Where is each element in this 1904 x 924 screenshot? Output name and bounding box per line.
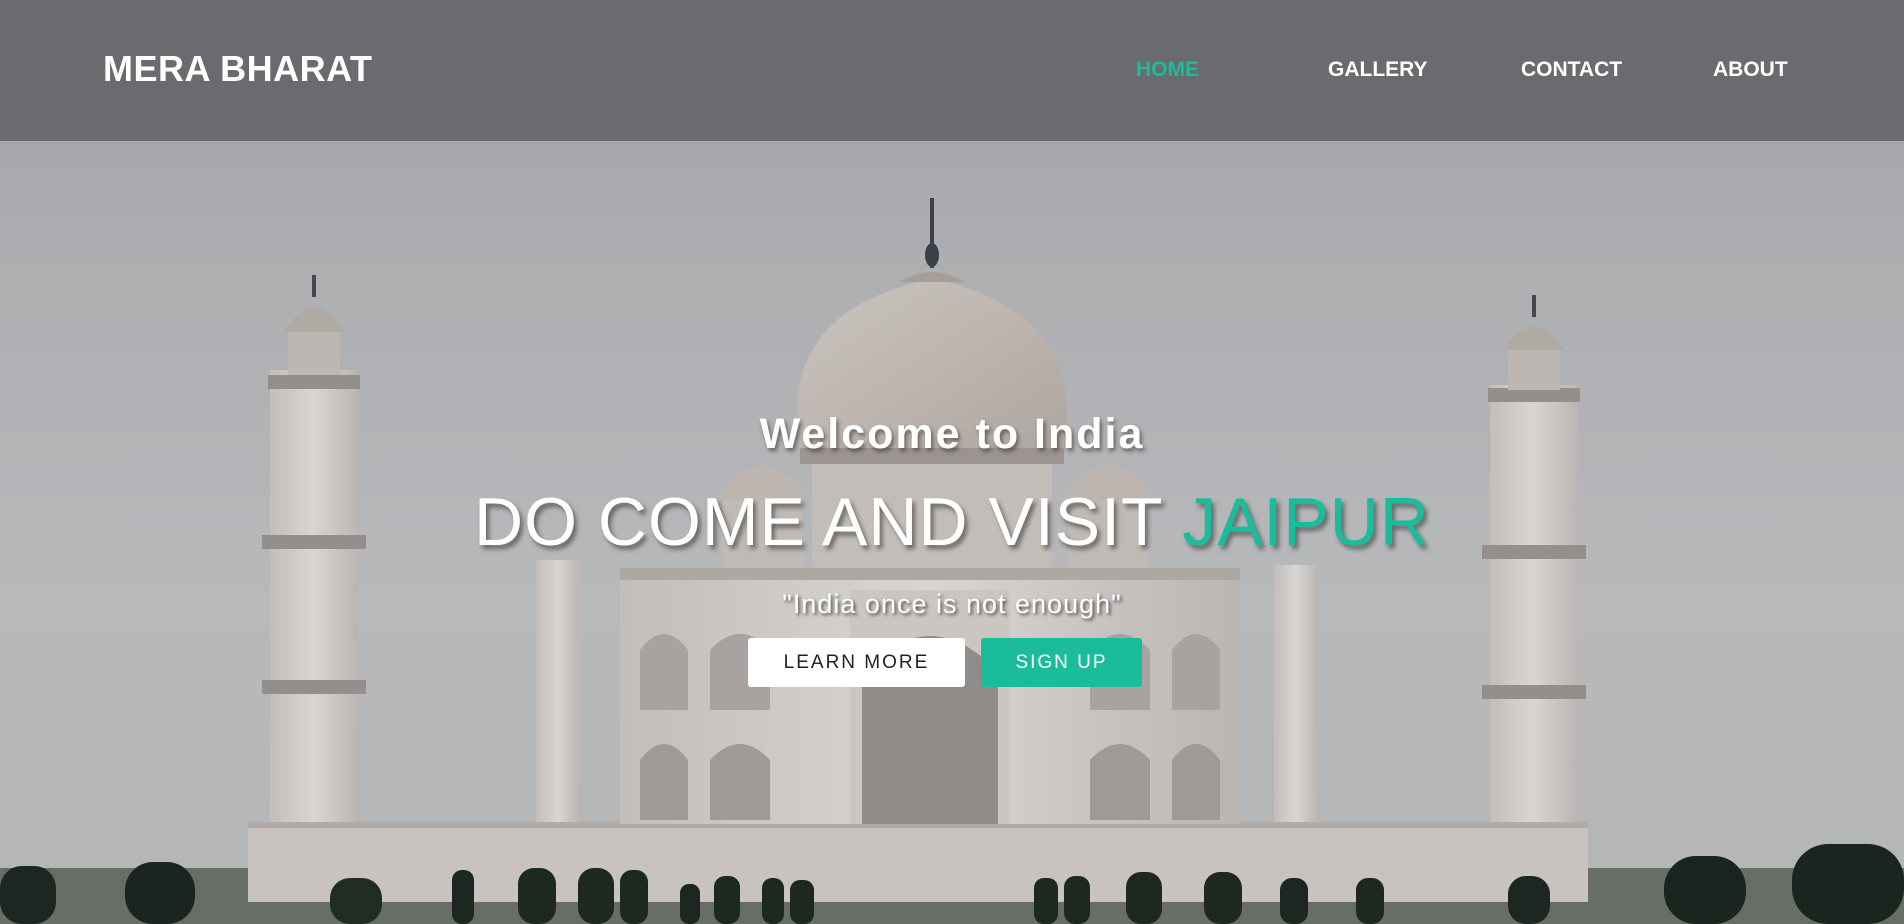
hero-content: Welcome to India DO COME AND VISIT JAIPU…: [0, 406, 1904, 621]
nav-home-link[interactable]: HOME: [1136, 58, 1199, 82]
top-navbar: MERA BHARAT HOME GALLERY CONTACT ABOUT: [0, 0, 1904, 141]
welcome-heading: Welcome to India: [759, 410, 1145, 458]
nav-gallery-link[interactable]: GALLERY: [1328, 58, 1428, 82]
sign-up-button[interactable]: SIGN UP: [981, 638, 1142, 687]
learn-more-button[interactable]: LEARN MORE: [748, 638, 965, 687]
nav-contact-link[interactable]: CONTACT: [1521, 58, 1622, 82]
headline-prefix: DO COME AND VISIT: [473, 484, 1183, 560]
tagline-quote: "India once is not enough": [782, 589, 1122, 619]
nav-about-link[interactable]: ABOUT: [1713, 58, 1788, 82]
main-headline: DO COME AND VISIT JAIPUR: [0, 482, 1904, 562]
brand-logo-text[interactable]: MERA BHARAT: [103, 48, 372, 90]
headline-accent-city: JAIPUR: [1182, 484, 1431, 560]
